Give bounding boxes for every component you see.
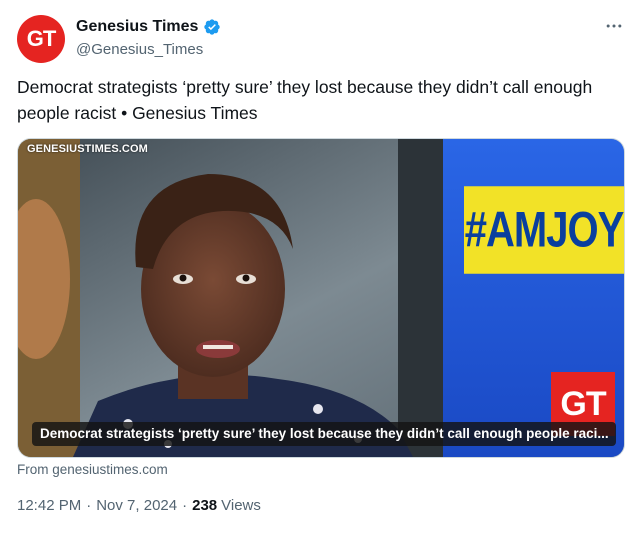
meta-separator: · <box>86 497 92 514</box>
tweet-time[interactable]: 12:42 PM <box>17 497 81 514</box>
tweet-date[interactable]: Nov 7, 2024 <box>96 497 177 514</box>
media-watermark: GENESIUSTIMES.COM <box>27 143 148 155</box>
tweet-metadata: 12:42 PM · Nov 7, 2024 · 238 Views <box>17 497 261 514</box>
more-horizontal-icon <box>606 24 622 28</box>
verified-badge-icon <box>203 18 221 36</box>
avatar-text: GT <box>26 26 57 51</box>
tweet-text: Democrat strategists ‘pretty sure’ they … <box>17 77 593 123</box>
more-options-button[interactable] <box>602 14 626 38</box>
show-tag-graphic: #AMJOY <box>464 186 624 274</box>
display-name[interactable]: Genesius Times <box>76 18 198 36</box>
avatar[interactable]: GT <box>17 15 65 63</box>
views-label: Views <box>221 497 261 514</box>
media-card[interactable]: GENESIUSTIMES.COM #AMJOY GT Democrat str… <box>17 138 625 458</box>
link-source[interactable]: From genesiustimes.com <box>17 462 168 477</box>
account-handle[interactable]: @Genesius_Times <box>76 41 203 58</box>
tweet-card: GT Genesius Times @Genesius_Times Democr… <box>0 0 640 533</box>
views-count: 238 <box>192 497 218 514</box>
meta-separator: · <box>182 497 188 514</box>
author-name-row: Genesius Times <box>76 18 221 36</box>
media-caption: Democrat strategists ‘pretty sure’ they … <box>32 422 616 446</box>
